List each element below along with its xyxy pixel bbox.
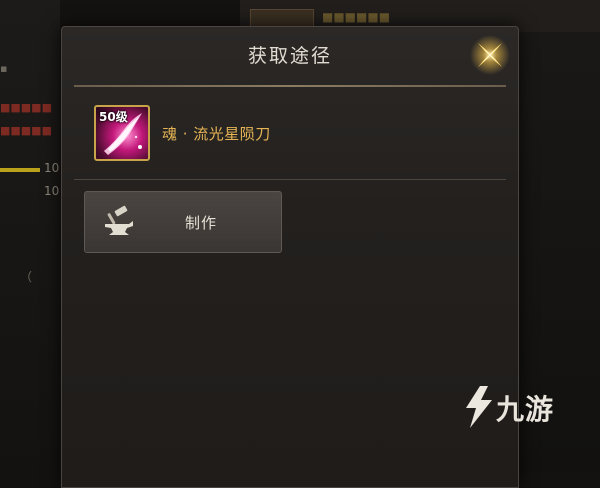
craft-button[interactable]: 制作 (84, 191, 282, 253)
close-x-icon (470, 35, 510, 75)
background-left-red-text: ■■■■■ (0, 101, 52, 114)
background-progress-bar (0, 168, 40, 172)
dialog-title: 获取途径 (247, 45, 332, 67)
background-left-text: ▪ (0, 62, 8, 75)
background-left-number: 10 (44, 184, 60, 198)
item-row: 50级 魂 · 流光星陨刀 (94, 103, 271, 163)
title-divider (74, 85, 506, 87)
close-button[interactable] (468, 33, 512, 77)
jiuyou-logo-icon (466, 386, 492, 428)
background-top-text: ■■■■■■ (322, 10, 391, 24)
item-divider (74, 179, 506, 180)
item-level-badge: 50级 (99, 110, 128, 124)
acquisition-dialog: 获取途径 50级 魂 · 流光星陨刀 制作 (61, 26, 519, 488)
background-left-paren: （ (20, 270, 33, 284)
watermark-text: 九游 (496, 393, 555, 426)
jiuyou-watermark: 九游 (462, 380, 570, 440)
background-left-red-text: ■■■■■ (0, 124, 52, 137)
anvil-hammer-icon (105, 205, 133, 235)
craft-button-label: 制作 (185, 214, 218, 232)
background-left-number: 10 (44, 161, 60, 175)
weapon-item-icon[interactable]: 50级 (94, 105, 150, 161)
item-name: 魂 · 流光星陨刀 (162, 124, 271, 143)
background-left-panel (0, 0, 60, 473)
